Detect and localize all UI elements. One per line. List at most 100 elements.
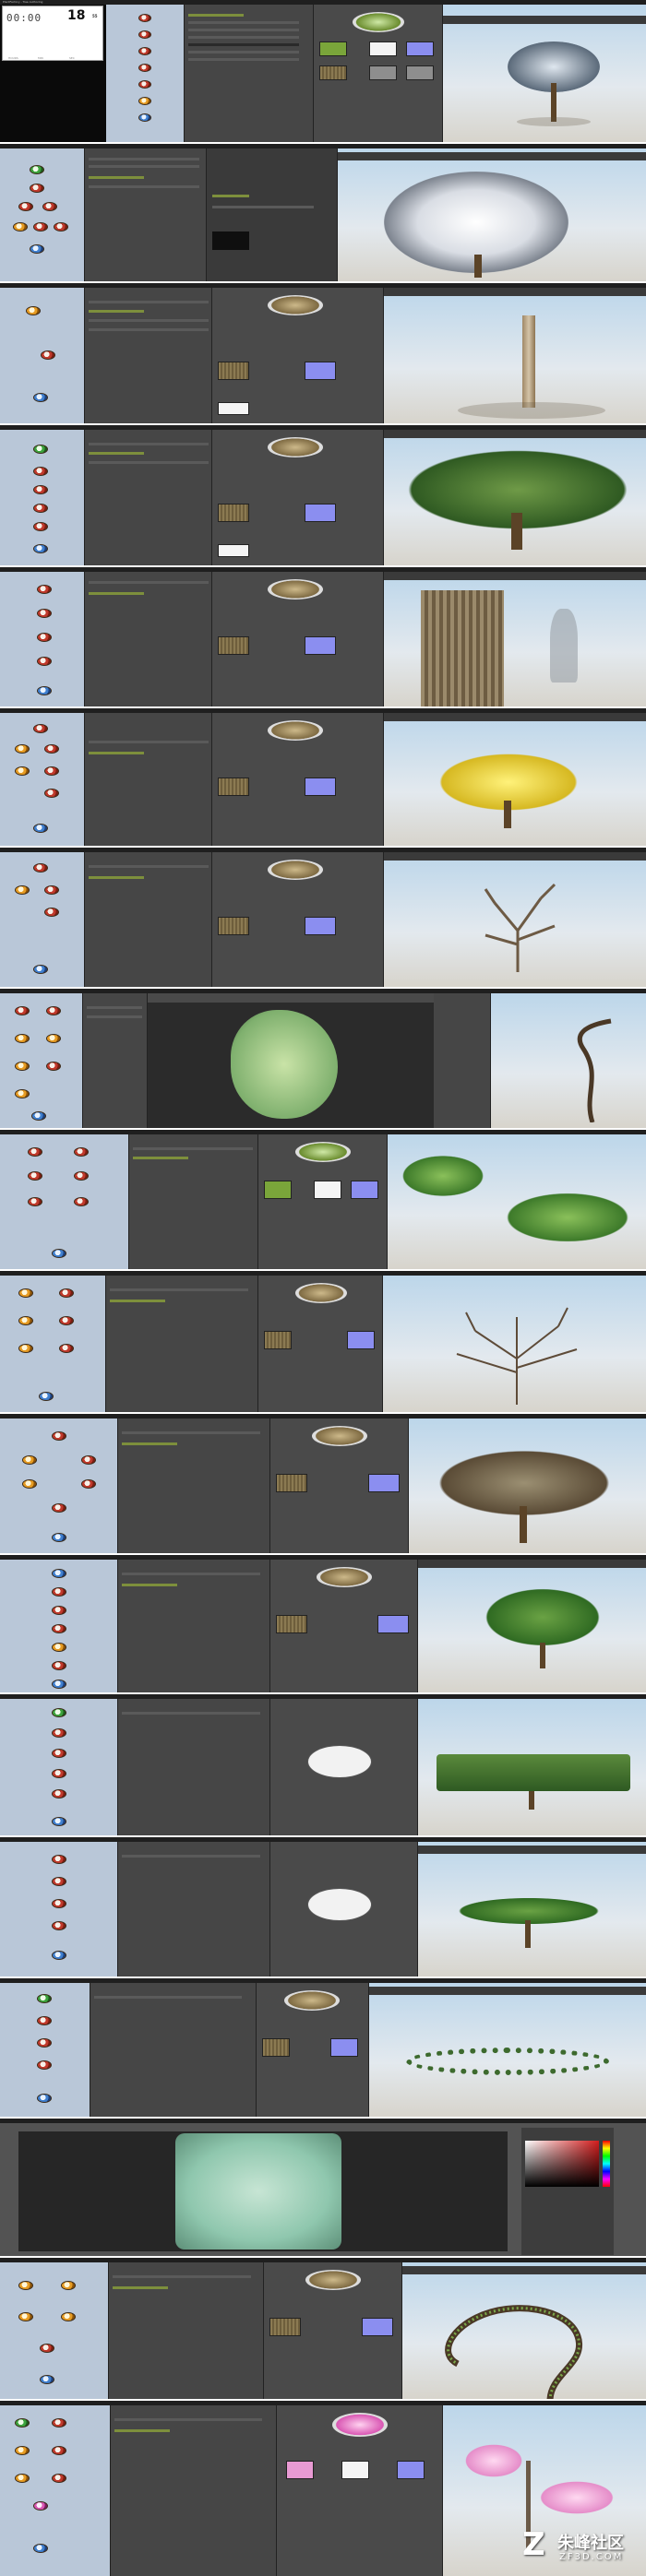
texture-swatch[interactable] bbox=[262, 2038, 290, 2057]
viewport-toolbar[interactable] bbox=[443, 16, 646, 24]
node-leaf[interactable] bbox=[52, 1789, 66, 1798]
node-material[interactable] bbox=[15, 2446, 30, 2455]
viewport-3d[interactable] bbox=[418, 1699, 646, 1835]
node-twig[interactable] bbox=[52, 1769, 66, 1778]
node-material[interactable] bbox=[15, 1062, 30, 1071]
viewport-3d[interactable] bbox=[369, 1983, 646, 2117]
node-material[interactable] bbox=[18, 2312, 33, 2321]
node-output[interactable] bbox=[37, 686, 52, 695]
node-editor[interactable] bbox=[0, 1983, 90, 2117]
node-editor[interactable] bbox=[0, 288, 85, 423]
texture-swatch[interactable] bbox=[218, 504, 249, 522]
node-branch[interactable] bbox=[37, 609, 52, 618]
node-leaf[interactable] bbox=[33, 222, 48, 231]
prop-row[interactable] bbox=[188, 51, 299, 53]
properties-panel[interactable] bbox=[118, 1560, 270, 1692]
node-twig[interactable] bbox=[44, 908, 59, 917]
prop-row[interactable] bbox=[188, 43, 299, 46]
node-leaf[interactable] bbox=[52, 1921, 66, 1930]
viewport-3d[interactable] bbox=[384, 572, 646, 706]
node-editor[interactable] bbox=[0, 1134, 129, 1269]
node-trunk[interactable] bbox=[52, 1587, 66, 1597]
node-twig[interactable] bbox=[81, 1479, 96, 1489]
properties-panel[interactable] bbox=[118, 1842, 270, 1977]
color-picker-field[interactable] bbox=[525, 2141, 599, 2187]
texture-editor[interactable] bbox=[148, 993, 434, 1128]
properties-panel[interactable] bbox=[85, 852, 212, 987]
node-seed[interactable] bbox=[30, 165, 44, 174]
prop-row[interactable] bbox=[122, 1712, 260, 1715]
node-material[interactable] bbox=[15, 744, 30, 754]
texture-swatch[interactable] bbox=[347, 1331, 375, 1349]
prop-row[interactable] bbox=[122, 1442, 177, 1445]
node-material[interactable] bbox=[15, 1034, 30, 1043]
prop-row[interactable] bbox=[89, 581, 209, 584]
node-output[interactable] bbox=[39, 1392, 54, 1401]
node-material[interactable] bbox=[26, 306, 41, 315]
node-editor[interactable] bbox=[0, 2405, 111, 2576]
material-panel[interactable] bbox=[212, 288, 384, 423]
texture-swatch[interactable] bbox=[351, 1181, 378, 1199]
node-leaf[interactable] bbox=[46, 1062, 61, 1071]
node-output[interactable] bbox=[52, 1817, 66, 1826]
node-material[interactable] bbox=[22, 1455, 37, 1465]
viewport-3d[interactable] bbox=[491, 993, 646, 1128]
prop-row[interactable] bbox=[188, 14, 244, 17]
properties-panel[interactable] bbox=[85, 713, 212, 846]
editor-toolbar[interactable] bbox=[148, 993, 434, 1003]
node-branch[interactable] bbox=[33, 485, 48, 494]
node-output[interactable] bbox=[52, 1680, 66, 1689]
viewport-toolbar[interactable] bbox=[369, 1987, 646, 1995]
properties-panel[interactable] bbox=[109, 2262, 264, 2399]
prop-row[interactable] bbox=[89, 185, 199, 188]
texture-swatch[interactable] bbox=[305, 917, 336, 935]
node-editor[interactable] bbox=[0, 852, 85, 987]
viewport-3d[interactable] bbox=[418, 1560, 646, 1692]
texture-swatch[interactable] bbox=[276, 1474, 307, 1492]
node-leaf[interactable] bbox=[37, 2060, 52, 2070]
prop-row[interactable] bbox=[94, 1996, 242, 1999]
node-trunk[interactable] bbox=[52, 1431, 66, 1441]
node-output[interactable] bbox=[31, 1111, 46, 1121]
material-panel[interactable] bbox=[270, 1560, 418, 1692]
node-trunk[interactable] bbox=[52, 1728, 66, 1738]
prop-row[interactable] bbox=[212, 206, 314, 208]
node-trunk[interactable] bbox=[33, 467, 48, 476]
node-trunk[interactable] bbox=[30, 184, 44, 193]
texture-swatch[interactable] bbox=[305, 778, 336, 796]
material-panel[interactable] bbox=[212, 572, 384, 706]
node-twig[interactable] bbox=[52, 2474, 66, 2483]
viewport-toolbar[interactable] bbox=[384, 852, 646, 861]
node-editor[interactable] bbox=[0, 993, 83, 1128]
viewport-3d[interactable] bbox=[409, 1419, 646, 1553]
viewport-toolbar[interactable] bbox=[384, 713, 646, 721]
properties-panel[interactable] bbox=[118, 1699, 270, 1835]
material-panel[interactable] bbox=[212, 430, 384, 565]
node-flower[interactable] bbox=[54, 222, 68, 231]
properties-panel[interactable] bbox=[85, 572, 212, 706]
viewport-toolbar[interactable] bbox=[402, 2266, 646, 2274]
node-material[interactable] bbox=[138, 97, 151, 105]
prop-row[interactable] bbox=[188, 29, 299, 31]
viewport-3d[interactable] bbox=[388, 1134, 646, 1269]
texture-swatch[interactable] bbox=[264, 1331, 292, 1349]
node-editor[interactable] bbox=[0, 1276, 106, 1412]
texture-swatch[interactable] bbox=[264, 1181, 292, 1199]
texture-swatch[interactable] bbox=[314, 1181, 341, 1199]
prop-row[interactable] bbox=[89, 461, 209, 464]
node-trunk[interactable] bbox=[33, 724, 48, 733]
texture-swatch[interactable] bbox=[369, 42, 397, 56]
node-output[interactable] bbox=[33, 2544, 48, 2553]
prop-row[interactable] bbox=[122, 1584, 177, 1586]
texture-swatch[interactable] bbox=[269, 2318, 301, 2336]
node-output[interactable] bbox=[33, 393, 48, 402]
prop-row[interactable] bbox=[89, 165, 199, 168]
prop-row[interactable] bbox=[89, 752, 144, 754]
node-twig[interactable] bbox=[42, 202, 57, 211]
prop-row[interactable] bbox=[122, 1573, 260, 1575]
node-material[interactable] bbox=[46, 1034, 61, 1043]
properties-panel[interactable] bbox=[85, 288, 212, 423]
node-trunk[interactable] bbox=[37, 585, 52, 594]
viewport-toolbar[interactable] bbox=[418, 1560, 646, 1568]
node-branch[interactable] bbox=[46, 1006, 61, 1015]
